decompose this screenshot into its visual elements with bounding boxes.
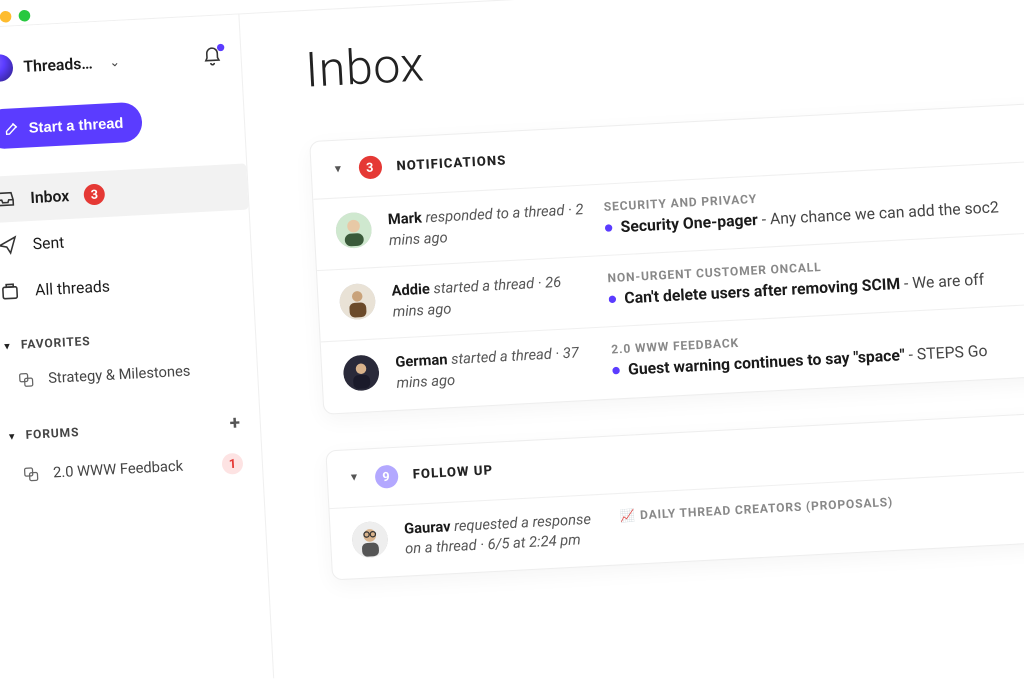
chart-emoji-icon: 📈 bbox=[620, 507, 637, 523]
sent-icon bbox=[0, 234, 19, 256]
activity-text: Gaurav requested a response on a thread … bbox=[404, 509, 605, 561]
followup-group: ▼ 9 FOLLOW UP Gaurav requested a respons… bbox=[325, 411, 1024, 580]
group-count: 3 bbox=[358, 155, 382, 179]
start-thread-button[interactable]: Start a thread bbox=[0, 102, 143, 150]
activity-text: Addie started a thread · 26 mins ago bbox=[391, 272, 592, 324]
group-label: NOTIFICATIONS bbox=[396, 152, 507, 173]
channel-icon bbox=[21, 464, 41, 484]
forums-item-label: 2.0 WWW Feedback bbox=[53, 458, 184, 482]
page-title: Inbox bbox=[304, 4, 1024, 99]
sidebar-item-label: Inbox bbox=[30, 186, 70, 207]
workspace-switcher[interactable]: Threads… ⌄ bbox=[0, 48, 121, 82]
avatar bbox=[343, 355, 381, 393]
minimize-icon[interactable] bbox=[0, 11, 12, 23]
start-thread-label: Start a thread bbox=[28, 114, 124, 136]
channel-icon bbox=[16, 370, 36, 390]
avatar bbox=[335, 212, 373, 250]
avatar bbox=[339, 283, 377, 321]
unread-dot-icon bbox=[612, 367, 620, 375]
forum-badge: 1 bbox=[221, 453, 243, 475]
sidebar-item-label: Sent bbox=[32, 233, 65, 254]
unread-dot-icon bbox=[608, 295, 616, 303]
group-label: FOLLOW UP bbox=[412, 463, 493, 483]
unread-dot-icon bbox=[217, 44, 225, 52]
main-content: Inbox ▼ 3 NOTIFICATIONS Mark responded t… bbox=[239, 0, 1024, 678]
group-count: 9 bbox=[374, 464, 398, 488]
channel-label: 📈DAILY THREAD CREATORS (PROPOSALS) bbox=[620, 486, 1024, 523]
inbox-badge: 3 bbox=[83, 183, 105, 205]
notifications-group: ▼ 3 NOTIFICATIONS Mark responded to a th… bbox=[309, 102, 1024, 414]
favorites-item-label: Strategy & Milestones bbox=[48, 363, 191, 387]
triangle-down-icon: ▼ bbox=[332, 163, 344, 175]
triangle-down-icon: ▼ bbox=[7, 431, 18, 442]
add-forum-button[interactable]: + bbox=[229, 412, 241, 435]
compose-icon bbox=[3, 120, 21, 138]
workspace-avatar bbox=[0, 54, 14, 83]
notifications-bell[interactable] bbox=[200, 45, 224, 69]
avatar bbox=[351, 520, 389, 558]
inbox-icon bbox=[0, 188, 16, 210]
sidebar-item-label: All threads bbox=[35, 277, 111, 300]
unread-dot-icon bbox=[605, 224, 613, 232]
activity-text: German started a thread · 37 mins ago bbox=[395, 343, 596, 395]
activity-text: Mark responded to a thread · 2 mins ago bbox=[387, 200, 588, 252]
maximize-icon[interactable] bbox=[18, 10, 30, 22]
triangle-down-icon: ▼ bbox=[2, 342, 13, 353]
all-threads-icon bbox=[0, 280, 21, 302]
triangle-down-icon: ▼ bbox=[349, 472, 361, 484]
workspace-name: Threads… bbox=[23, 54, 93, 77]
sidebar: Threads… ⌄ Start a thread Inbox 3 Sen bbox=[0, 14, 274, 692]
chevron-down-icon: ⌄ bbox=[109, 54, 120, 69]
